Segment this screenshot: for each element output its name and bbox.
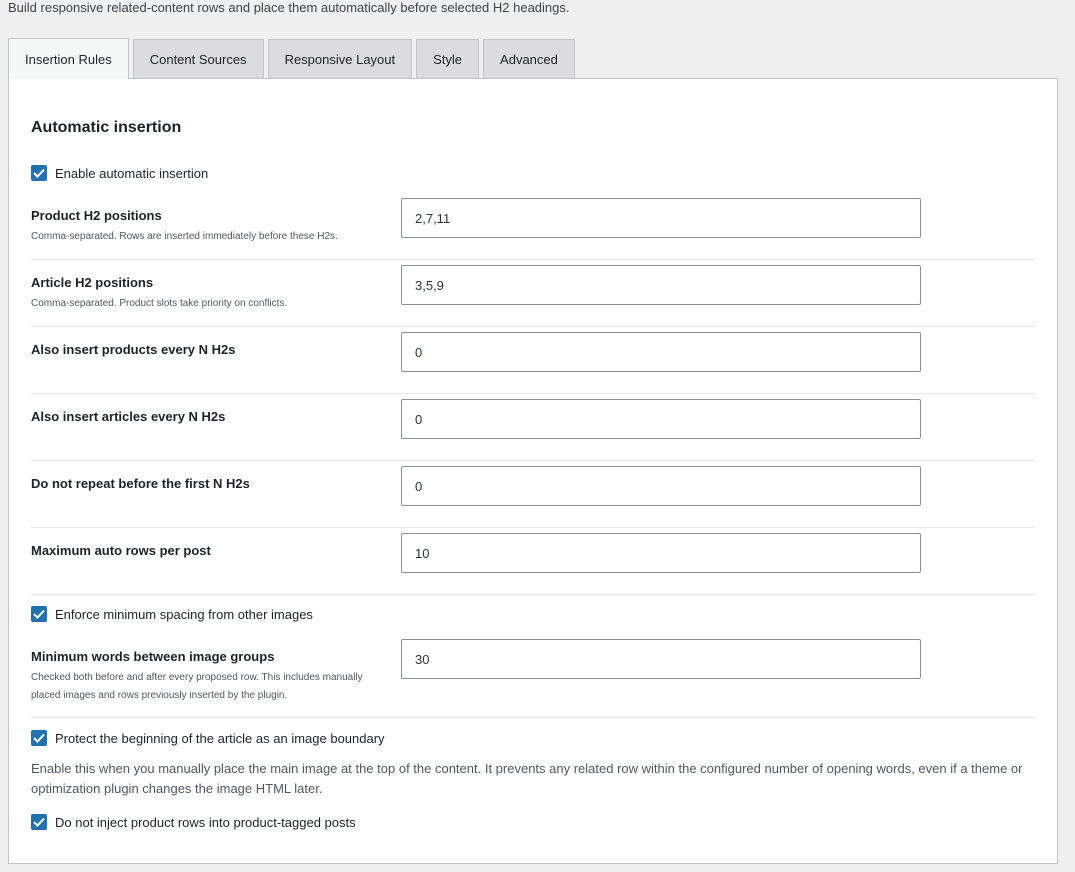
checkmark-icon xyxy=(33,609,45,619)
settings-panel: Automatic insertion Enable automatic ins… xyxy=(8,78,1058,864)
article-h2-input[interactable] xyxy=(401,265,921,305)
article-h2-row: Article H2 positions Comma-separated. Pr… xyxy=(31,265,1035,327)
tab-responsive-layout[interactable]: Responsive Layout xyxy=(267,39,413,79)
no-repeat-first-n-row: Do not repeat before the first N H2s xyxy=(31,466,1035,528)
min-words-help: Checked both before and after every prop… xyxy=(31,672,363,701)
products-every-n-row: Also insert products every N H2s xyxy=(31,332,1035,394)
tab-advanced[interactable]: Advanced xyxy=(483,39,575,79)
max-rows-label: Maximum auto rows per post xyxy=(31,543,211,558)
min-words-row: Minimum words between image groups Check… xyxy=(31,639,1035,718)
settings-tabs: Insertion Rules Content Sources Responsi… xyxy=(8,38,579,79)
tab-insertion-rules[interactable]: Insertion Rules xyxy=(8,38,129,79)
articles-every-n-row: Also insert articles every N H2s xyxy=(31,399,1035,461)
page-intro: Build responsive related-content rows an… xyxy=(8,0,570,15)
enable-auto-insertion-label: Enable automatic insertion xyxy=(55,165,209,181)
enforce-spacing-checkbox[interactable] xyxy=(31,606,47,622)
protect-beginning-row[interactable]: Protect the beginning of the article as … xyxy=(31,730,385,746)
enforce-spacing-label: Enforce minimum spacing from other image… xyxy=(55,606,313,622)
max-rows-row: Maximum auto rows per post xyxy=(31,533,1035,595)
no-product-rows-checkbox[interactable] xyxy=(31,814,47,830)
enable-auto-insertion-checkbox[interactable] xyxy=(31,165,47,181)
max-rows-input[interactable] xyxy=(401,533,921,573)
product-h2-row: Product H2 positions Comma-separated. Ro… xyxy=(31,198,1035,260)
section-title: Automatic insertion xyxy=(31,119,182,136)
min-words-label: Minimum words between image groups xyxy=(31,649,275,664)
article-h2-label: Article H2 positions xyxy=(31,275,154,290)
checkmark-icon xyxy=(33,168,45,178)
articles-every-n-input[interactable] xyxy=(401,399,921,439)
checkmark-icon xyxy=(33,733,45,743)
no-repeat-first-n-input[interactable] xyxy=(401,466,921,506)
checkmark-icon xyxy=(33,817,45,827)
protect-beginning-description: Enable this when you manually place the … xyxy=(31,761,1023,796)
tab-style[interactable]: Style xyxy=(416,39,480,79)
product-h2-help: Comma-separated. Rows are inserted immed… xyxy=(31,231,338,242)
no-product-rows-row[interactable]: Do not inject product rows into product-… xyxy=(31,814,356,830)
min-words-input[interactable] xyxy=(401,639,921,679)
protect-beginning-checkbox[interactable] xyxy=(31,730,47,746)
products-every-n-input[interactable] xyxy=(401,332,921,372)
enforce-spacing-row[interactable]: Enforce minimum spacing from other image… xyxy=(31,606,313,622)
product-h2-input[interactable] xyxy=(401,198,921,238)
protect-beginning-label: Protect the beginning of the article as … xyxy=(55,730,385,746)
product-h2-label: Product H2 positions xyxy=(31,208,162,223)
article-h2-help: Comma-separated. Product slots take prio… xyxy=(31,298,288,309)
articles-every-n-label: Also insert articles every N H2s xyxy=(31,409,226,424)
enable-auto-insertion-row[interactable]: Enable automatic insertion xyxy=(31,165,208,181)
products-every-n-label: Also insert products every N H2s xyxy=(31,342,236,357)
tab-content-sources[interactable]: Content Sources xyxy=(132,39,264,79)
no-product-rows-label: Do not inject product rows into product-… xyxy=(55,814,356,830)
no-repeat-first-n-label: Do not repeat before the first N H2s xyxy=(31,476,250,491)
